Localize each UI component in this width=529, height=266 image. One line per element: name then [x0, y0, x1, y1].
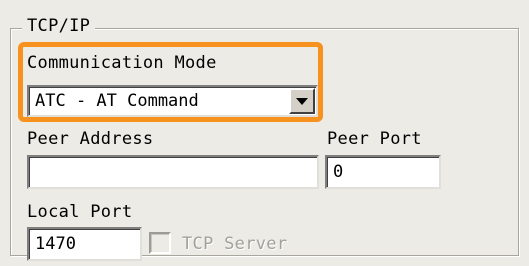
communication-mode-value: ATC - AT Command [35, 91, 199, 111]
peer-port-label: Peer Port [327, 129, 422, 149]
local-port-input[interactable]: 1470 [27, 227, 142, 261]
peer-address-input[interactable] [27, 155, 319, 189]
communication-mode-select[interactable]: ATC - AT Command [27, 85, 318, 117]
chevron-down-icon [296, 98, 308, 105]
communication-mode-label: Communication Mode [27, 53, 217, 73]
groupbox-title: TCP/IP [22, 14, 96, 38]
peer-address-label: Peer Address [27, 129, 154, 149]
tcp-server-checkbox[interactable] [149, 232, 171, 254]
local-port-label: Local Port [27, 202, 133, 222]
peer-port-input[interactable]: 0 [325, 155, 441, 189]
tcp-server-label: TCP Server [182, 234, 288, 254]
dropdown-button[interactable] [289, 88, 315, 114]
